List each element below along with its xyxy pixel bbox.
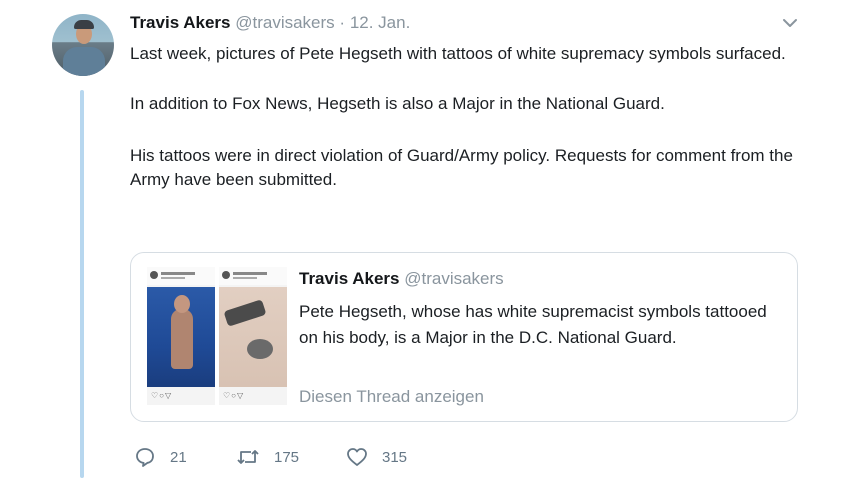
author-handle[interactable]: @travisakers (235, 13, 334, 32)
image-photo (147, 287, 215, 387)
tweet-paragraph: In addition to Fox News, Hegseth is also… (130, 94, 665, 113)
reply-icon (136, 448, 154, 467)
tweet-paragraph: His tattoos were in direct violation of … (130, 146, 793, 189)
retweet-count: 175 (274, 448, 300, 466)
quoted-tweet-card[interactable]: ♡○▽ ♡○▽ Travis Akers @travisakers Pete H… (130, 252, 798, 422)
thread-connector-line (80, 90, 84, 478)
quoted-tweet-image-1[interactable]: ♡○▽ (147, 267, 215, 405)
tweet-header: Travis Akers @travisakers · 12. Jan. (130, 13, 410, 33)
quoted-tweet-header: Travis Akers @travisakers (299, 269, 504, 289)
show-thread-link[interactable]: Diesen Thread anzeigen (299, 387, 484, 407)
quoted-author-handle[interactable]: @travisakers (404, 269, 503, 288)
like-button[interactable]: 315 (346, 444, 407, 470)
like-count: 315 (382, 448, 408, 466)
tweet-body: Last week, pictures of Pete Hegseth with… (130, 42, 810, 192)
reply-button[interactable]: 21 (134, 444, 187, 470)
avatar-shirt (63, 47, 105, 76)
photo-figure-head (174, 295, 190, 313)
photo-tattoo (223, 299, 267, 327)
photo-figure (171, 309, 193, 369)
retweet-icon (237, 450, 259, 464)
chevron-down-icon[interactable] (781, 16, 799, 30)
retweet-button[interactable]: 175 (236, 444, 299, 470)
quoted-author-name[interactable]: Travis Akers (299, 269, 400, 288)
author-name[interactable]: Travis Akers (130, 13, 231, 32)
reply-count: 21 (170, 448, 187, 466)
heart-icon (347, 448, 367, 466)
image-action-bar: ♡○▽ (151, 391, 173, 400)
image-action-bar: ♡○▽ (223, 391, 245, 400)
tweet-paragraph: Last week, pictures of Pete Hegseth with… (130, 44, 786, 63)
image-post-header (147, 267, 215, 285)
quoted-tweet-text: Pete Hegseth, whose has white supremacis… (299, 302, 767, 347)
avatar-cap (74, 20, 94, 29)
quoted-tweet-image-2[interactable]: ♡○▽ (219, 267, 287, 405)
header-separator: · (339, 13, 346, 32)
tweet-date[interactable]: 12. Jan. (350, 13, 411, 32)
author-avatar[interactable] (52, 14, 114, 76)
photo-tattoo (247, 339, 273, 359)
image-post-header (219, 267, 287, 285)
image-photo (219, 287, 287, 387)
